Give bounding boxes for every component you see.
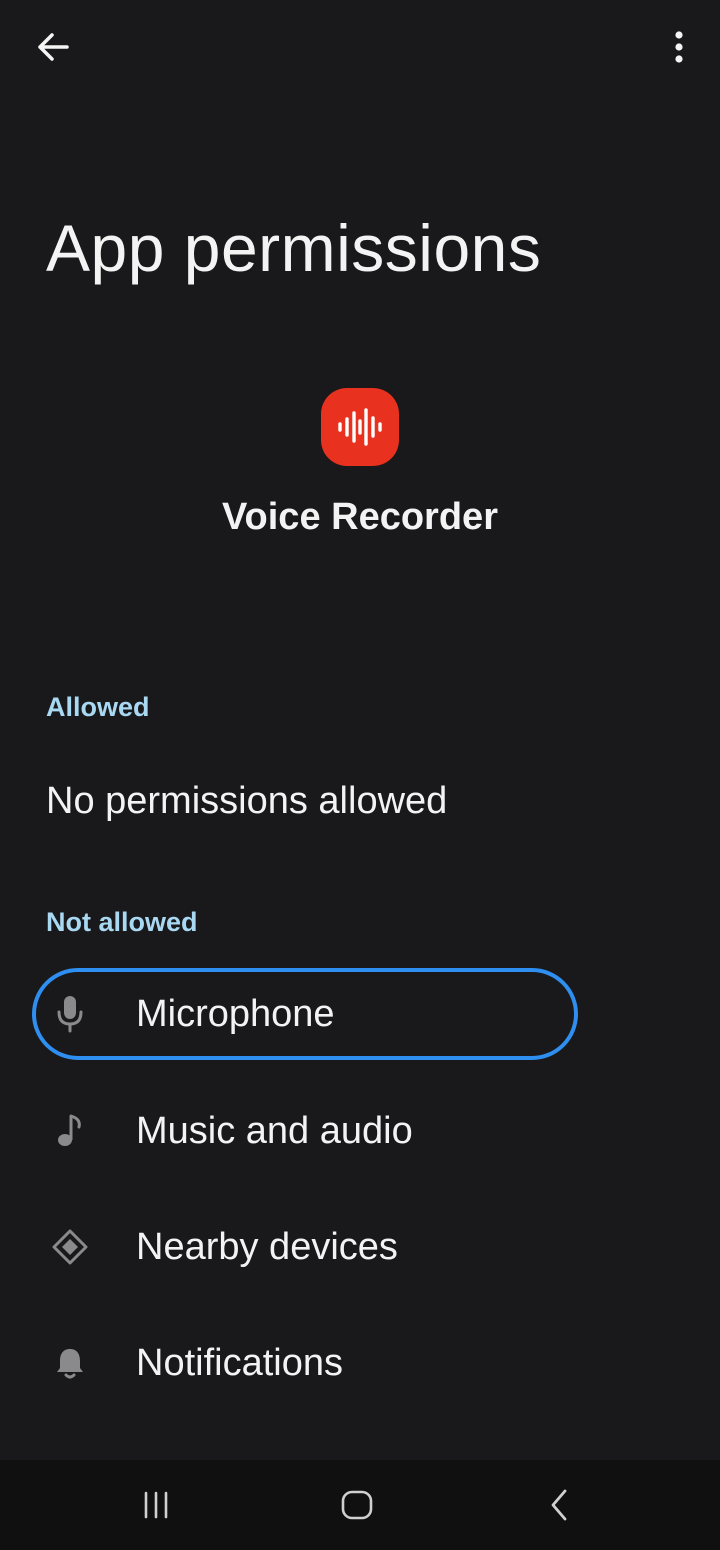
permission-label: Nearby devices: [136, 1226, 398, 1268]
waveform-icon: [338, 408, 382, 446]
music-note-icon: [50, 1111, 90, 1151]
page-title: App permissions: [46, 211, 542, 285]
permission-item-nearby-devices[interactable]: Nearby devices: [32, 1201, 578, 1293]
permission-label: Notifications: [136, 1342, 343, 1384]
back-nav-button[interactable]: [529, 1480, 589, 1530]
back-button[interactable]: [28, 22, 78, 72]
app-name: Voice Recorder: [222, 496, 498, 538]
app-icon: [321, 388, 399, 466]
back-chevron-icon: [551, 1489, 567, 1521]
nearby-devices-icon: [50, 1227, 90, 1267]
permission-item-music-and-audio[interactable]: Music and audio: [32, 1085, 578, 1177]
home-icon: [341, 1490, 373, 1520]
microphone-icon: [50, 994, 90, 1034]
permission-label: Music and audio: [136, 1110, 413, 1152]
permission-label: Microphone: [136, 993, 335, 1035]
permission-item-notifications[interactable]: Notifications: [32, 1317, 578, 1409]
recents-icon: [144, 1491, 168, 1519]
section-header-allowed: Allowed: [46, 692, 150, 722]
more-vert-icon: [675, 31, 683, 63]
arrow-left-icon: [38, 33, 69, 61]
bell-icon: [50, 1343, 90, 1383]
top-app-bar: [0, 0, 720, 96]
permission-item-microphone[interactable]: Microphone: [32, 968, 578, 1060]
more-options-button[interactable]: [654, 22, 704, 72]
section-header-not-allowed: Not allowed: [46, 907, 198, 937]
recents-button[interactable]: [126, 1480, 186, 1530]
home-button[interactable]: [327, 1480, 387, 1530]
no-permissions-text: No permissions allowed: [46, 780, 448, 822]
system-navigation-bar: [0, 1460, 720, 1550]
